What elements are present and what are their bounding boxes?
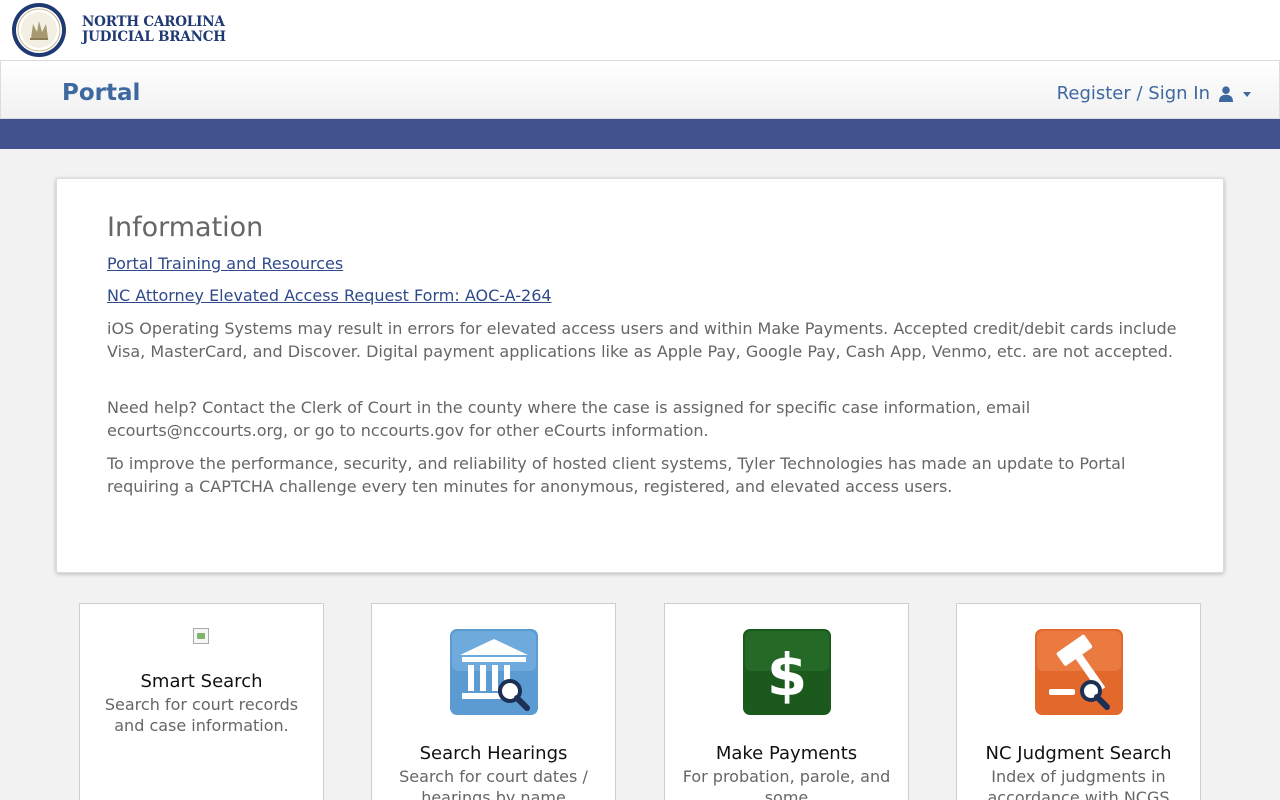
search-hearings-tile[interactable]: Search Hearings Search for court dates /… — [371, 603, 616, 800]
smart-search-title: Smart Search — [140, 671, 263, 692]
information-panel: Information Portal Training and Resource… — [56, 178, 1224, 573]
judgment-search-tile[interactable]: NC Judgment Search Index of judgments in… — [956, 603, 1201, 800]
dollar-icon: $ — [743, 629, 831, 715]
nc-judicial-seal-icon[interactable] — [11, 2, 67, 58]
svg-text:$: $ — [767, 641, 807, 709]
captcha-notice: To improve the performance, security, an… — [107, 454, 1126, 496]
ios-payments-notice: iOS Operating Systems may result in erro… — [107, 319, 1177, 361]
courthouse-search-icon — [450, 629, 538, 715]
brand-header: NORTH CAROLINA JUDICIAL BRANCH — [0, 0, 1280, 60]
portal-training-link[interactable]: Portal Training and Resources — [107, 254, 343, 274]
broken-image-icon — [193, 628, 209, 644]
make-payments-tile[interactable]: $ Make Payments For probation, parole, a… — [664, 603, 909, 800]
help-contact-notice: Need help? Contact the Clerk of Court in… — [107, 398, 1031, 440]
caret-down-icon — [1243, 91, 1251, 97]
register-signin-dropdown[interactable]: Register / Sign In — [1057, 83, 1251, 105]
make-payments-title: Make Payments — [715, 743, 858, 764]
user-icon — [1219, 86, 1233, 102]
top-navbar: Portal Register / Sign In — [0, 60, 1280, 119]
search-hearings-desc: Search for court dates / hearings by nam… — [399, 767, 588, 800]
signin-label: Register / Sign In — [1056, 83, 1210, 104]
brand-line-1: NORTH CAROLINA — [82, 14, 225, 30]
search-hearings-title: Search Hearings — [419, 743, 568, 764]
information-heading: Information — [107, 212, 264, 243]
judgment-search-desc: Index of judgments in accordance with NC… — [987, 767, 1170, 800]
portal-home-link[interactable]: Portal — [62, 79, 140, 107]
make-payments-desc: For probation, parole, and some — [682, 767, 891, 800]
judgment-search-title: NC Judgment Search — [985, 743, 1172, 764]
brand-name[interactable]: NORTH CAROLINA JUDICIAL BRANCH — [82, 15, 226, 45]
smart-search-desc: Search for court records and case inform… — [104, 695, 299, 735]
header-band — [0, 119, 1280, 149]
gavel-search-icon — [1035, 629, 1123, 715]
smart-search-tile[interactable]: Smart Search Search for court records an… — [79, 603, 324, 800]
brand-line-2: JUDICIAL BRANCH — [82, 29, 226, 45]
attorney-access-form-link[interactable]: NC Attorney Elevated Access Request Form… — [107, 286, 552, 306]
